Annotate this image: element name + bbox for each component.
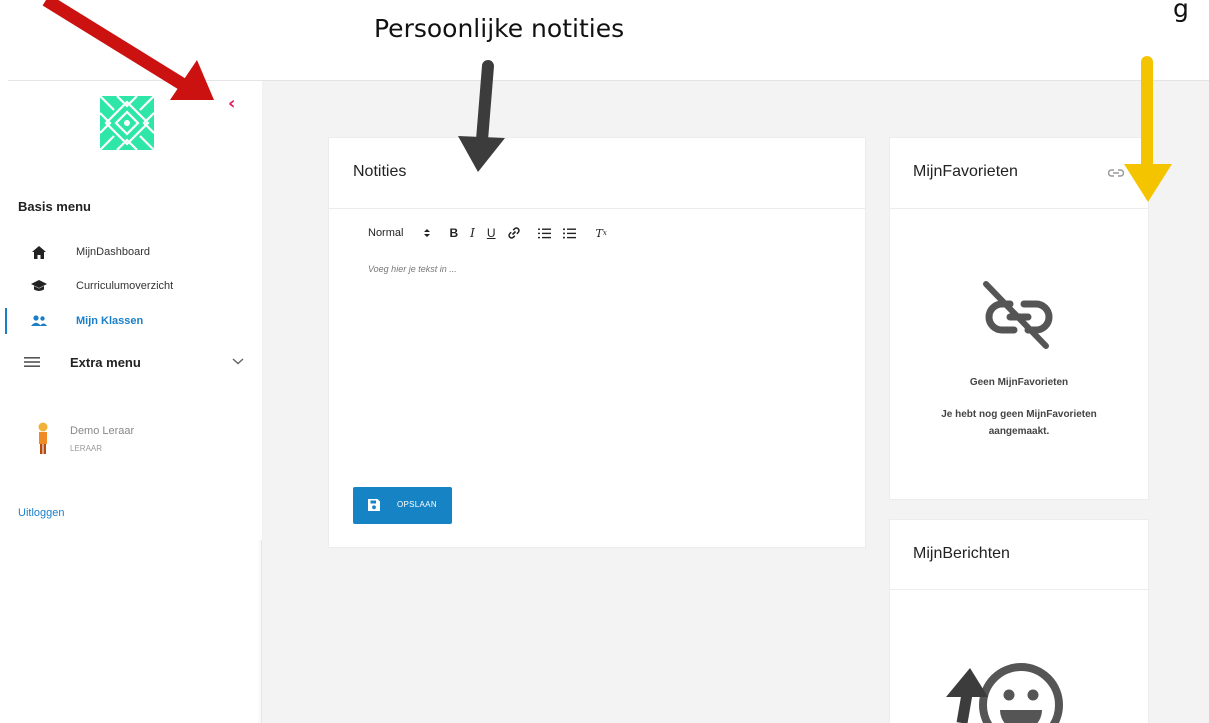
- dark-arrowhead: [458, 136, 505, 172]
- page: ‹ Basis menu MijnDashboard Curriculumove…: [0, 0, 1209, 723]
- dark-arrow-up-icon: [956, 693, 973, 723]
- red-arrow-icon: [42, 0, 186, 90]
- yellow-arrowhead: [1124, 164, 1172, 202]
- annotation-arrows: [42, 0, 1172, 723]
- dark-arrowhead-up: [946, 668, 988, 697]
- dark-arrow-icon: [476, 60, 494, 146]
